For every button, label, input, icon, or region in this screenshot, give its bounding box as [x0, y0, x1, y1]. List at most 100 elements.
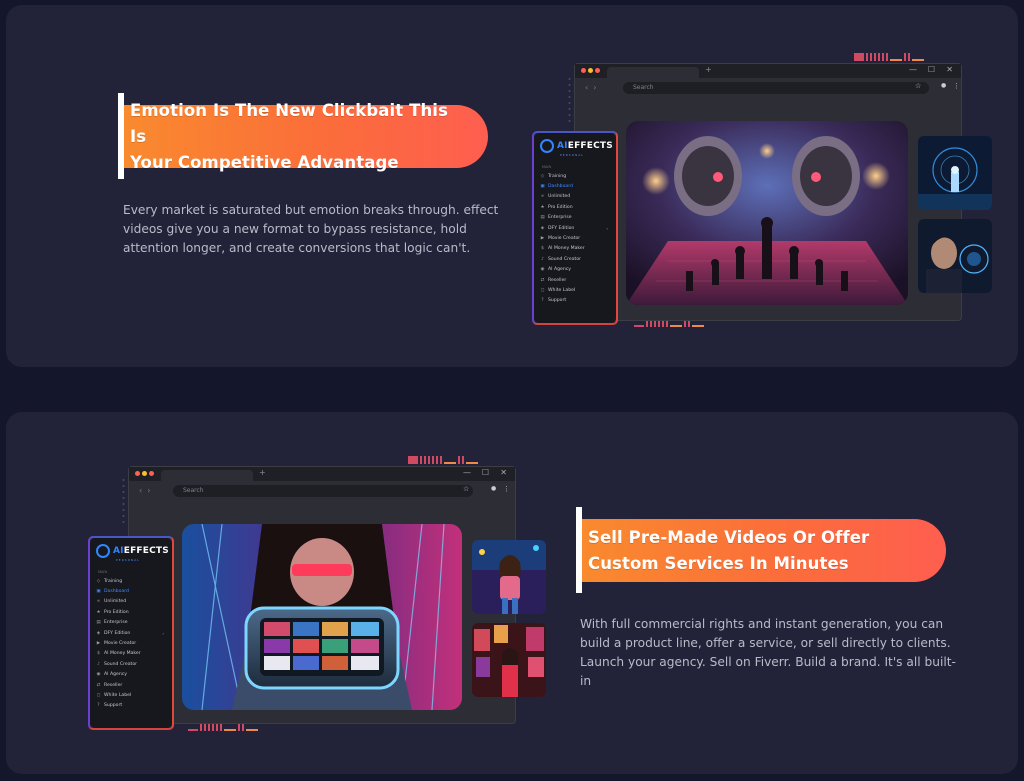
sidebar-item-icon: ∞: [96, 599, 101, 605]
sidebar-item-dashboard[interactable]: ▣ Dashboard: [96, 586, 166, 596]
sidebar-item-label: Unlimited: [104, 599, 127, 605]
sidebar-item-icon: ♪: [541, 256, 544, 262]
chevron-right-icon[interactable]: ›: [606, 226, 608, 231]
back-icon[interactable]: ‹: [139, 486, 142, 495]
window-dot[interactable]: [149, 471, 154, 476]
hero-image-chess-robots: [626, 121, 908, 305]
sidebar-item-dashboard[interactable]: ▣ Dashboard: [540, 181, 610, 191]
window-minimize-dot[interactable]: [588, 68, 593, 73]
profile-icon[interactable]: ●: [491, 485, 496, 492]
thumb-cartoon-woman: [472, 540, 546, 614]
window-dot[interactable]: [595, 68, 600, 73]
browser-tab[interactable]: [161, 470, 253, 481]
close-button[interactable]: ✕: [946, 65, 953, 74]
sidebar-item-label: Movie Creator: [104, 641, 137, 647]
sidebar-item-white-label[interactable]: ◻ White Label: [96, 690, 166, 700]
sidebar-item-label: AI Agency: [548, 267, 571, 273]
sidebar-item-dfy-edition[interactable]: ◈ DFY Edition ›: [540, 223, 610, 233]
app-logo[interactable]: AIEFFECTS: [540, 139, 613, 153]
headline-pill: Emotion Is The New Clickbait This Is You…: [118, 93, 488, 179]
minimize-button[interactable]: —: [463, 468, 471, 477]
sidebar-item-icon: ◇: [540, 173, 545, 179]
star-icon[interactable]: ☆: [463, 485, 469, 493]
sidebar-item-sound-creator[interactable]: ♪ Sound Creator: [540, 254, 610, 264]
sidebar-item-icon: ◈: [540, 225, 545, 231]
sidebar-item-label: AI Money Maker: [104, 651, 141, 657]
sidebar-menu: ◇ Training ▣ Dashboard ∞ Unlimited ★ Pro Editio…: [540, 171, 610, 306]
address-bar[interactable]: Search: [173, 485, 473, 497]
sidebar-item-label: Dashboard: [104, 589, 129, 595]
sidebar-item-icon: ★: [96, 609, 101, 615]
sidebar-item-sound-creator[interactable]: ♪ Sound Creator: [96, 659, 166, 669]
sidebar-item-icon: ▶: [96, 641, 101, 647]
sidebar-item-pro-edition[interactable]: ★ Pro Edition: [540, 202, 610, 212]
sidebar-item-label: Support: [548, 298, 567, 304]
sidebar-item-ai-agency[interactable]: ◉ AI Agency: [96, 670, 166, 680]
thumb-woman-screens: [472, 623, 546, 697]
sidebar-item-icon: ♪: [97, 661, 100, 667]
new-tab-button[interactable]: +: [259, 468, 266, 477]
decor-dots: [122, 479, 125, 523]
sidebar-item-training[interactable]: ◇ Training: [540, 171, 610, 181]
sidebar-item-label: Sound Creator: [104, 661, 138, 667]
sidebar-item-training[interactable]: ◇ Training: [96, 576, 166, 586]
sidebar-item-label: Training: [548, 173, 567, 179]
sidebar-item-ai-agency[interactable]: ◉ AI Agency: [540, 265, 610, 275]
maximize-button[interactable]: ☐: [482, 468, 489, 477]
back-icon[interactable]: ‹: [585, 83, 588, 92]
sidebar-item-label: Unlimited: [548, 194, 571, 200]
pill-background: Sell Pre-Made Videos Or Offer Custom Ser…: [582, 519, 946, 582]
sidebar-item-unlimited[interactable]: ∞ Unlimited: [96, 597, 166, 607]
sidebar-item-label: Pro Edition: [104, 609, 129, 615]
sidebar-item-label: Enterprise: [104, 620, 128, 626]
window-minimize-dot[interactable]: [142, 471, 147, 476]
headline-pill: Sell Pre-Made Videos Or Offer Custom Ser…: [576, 507, 946, 593]
sidebar-item-pro-edition[interactable]: ★ Pro Edition: [96, 607, 166, 617]
menu-icon[interactable]: ⋮: [953, 82, 960, 90]
window-close-dot[interactable]: [135, 471, 140, 476]
sidebar-item-reseller[interactable]: ⇄ Reseller: [96, 680, 166, 690]
close-button[interactable]: ✕: [500, 468, 507, 477]
sidebar-item-support[interactable]: ? Support: [96, 701, 166, 711]
sidebar-item-enterprise[interactable]: ▤ Enterprise: [96, 618, 166, 628]
sidebar-item-icon: ◉: [96, 672, 101, 678]
minimize-button[interactable]: —: [909, 65, 917, 74]
sidebar-item-label: Training: [104, 578, 123, 584]
menu-icon[interactable]: ⋮: [503, 485, 510, 493]
sidebar-item-ai-money-maker[interactable]: $ AI Money Maker: [540, 244, 610, 254]
window-close-dot[interactable]: [581, 68, 586, 73]
sidebar-item-enterprise[interactable]: ▤ Enterprise: [540, 213, 610, 223]
browser-tab[interactable]: [607, 67, 699, 78]
chevron-right-icon[interactable]: ›: [162, 631, 164, 636]
sidebar-item-unlimited[interactable]: ∞ Unlimited: [540, 192, 610, 202]
pill-background: Emotion Is The New Clickbait This Is You…: [124, 101, 488, 172]
sidebar-item-label: Pro Edition: [548, 204, 573, 210]
app-logo[interactable]: AIEFFECTS: [96, 544, 169, 558]
decor-bars-top: [408, 456, 478, 464]
app-sidebar: AIEFFECTS PERSONAL ‹ MAIN ◇ Training ▣ Dash…: [532, 131, 618, 325]
profile-icon[interactable]: ●: [941, 82, 946, 89]
sidebar-item-movie-creator[interactable]: ▶ Movie Creator: [96, 638, 166, 648]
star-icon[interactable]: ☆: [915, 82, 921, 90]
sidebar-item-support[interactable]: ? Support: [540, 296, 610, 306]
sidebar-item-movie-creator[interactable]: ▶ Movie Creator: [540, 233, 610, 243]
sidebar-item-icon: ◇: [96, 578, 101, 584]
decor-bars-top: [854, 53, 924, 61]
sidebar-item-dfy-edition[interactable]: ◈ DFY Edition ›: [96, 628, 166, 638]
hero-image-woman-device: [182, 524, 462, 710]
sidebar-item-label: AI Agency: [104, 672, 127, 678]
new-tab-button[interactable]: +: [705, 65, 712, 74]
sidebar-item-ai-money-maker[interactable]: $ AI Money Maker: [96, 649, 166, 659]
forward-icon[interactable]: ›: [593, 83, 596, 92]
sidebar-item-label: Reseller: [548, 277, 567, 283]
collapse-icon[interactable]: ‹: [166, 548, 168, 555]
forward-icon[interactable]: ›: [147, 486, 150, 495]
browser-nav: ‹ ›: [585, 83, 597, 92]
sidebar-item-white-label[interactable]: ◻ White Label: [540, 285, 610, 295]
section2-headline: Sell Pre-Made Videos Or Offer Custom Ser…: [588, 527, 870, 573]
sidebar-item-reseller[interactable]: ⇄ Reseller: [540, 275, 610, 285]
maximize-button[interactable]: ☐: [928, 65, 935, 74]
address-bar[interactable]: Search: [623, 82, 929, 94]
section1-body: Every market is saturated but emotion br…: [123, 203, 499, 255]
collapse-icon[interactable]: ‹: [610, 143, 612, 150]
